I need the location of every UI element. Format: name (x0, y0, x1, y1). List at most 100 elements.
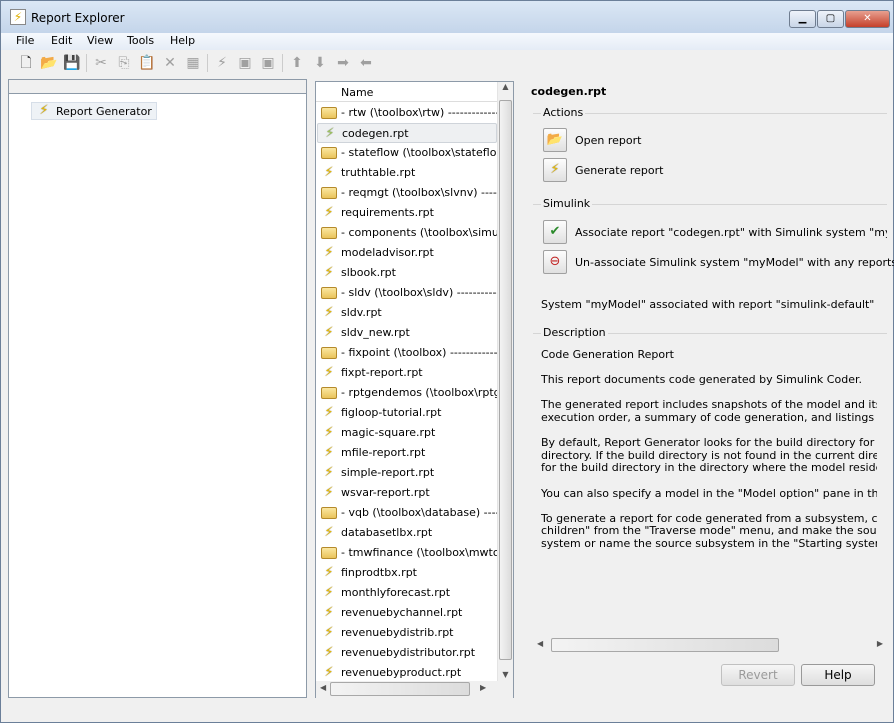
list-vertical-scrollbar[interactable]: ▲ ▼ (497, 82, 513, 681)
folder-row[interactable]: - vqb (\toolbox\database) -------- (317, 503, 497, 523)
report-row[interactable]: ⚡ revenuebydistributor.rpt (317, 643, 497, 663)
menu-edit[interactable]: Edit (51, 34, 72, 47)
move-up-icon[interactable]: ⬆ (288, 54, 306, 72)
report-row[interactable]: ⚡ codegen.rpt (317, 123, 497, 143)
report-row[interactable]: ⚡ sldv_new.rpt (317, 323, 497, 343)
report-icon: ⚡ (324, 245, 334, 260)
copy-icon[interactable]: ⎘ (115, 54, 133, 72)
tree-item-report-generator[interactable]: ⚡ Report Generator (31, 102, 157, 120)
open-icon[interactable]: 📂 (40, 54, 58, 72)
open-report-label[interactable]: Open report (575, 134, 641, 147)
report-icon: ⚡ (324, 605, 334, 620)
unassociate-link[interactable]: Un-associate Simulink system "myModel" w… (575, 256, 894, 269)
folder-row[interactable]: - reqmgt (\toolbox\slvnv) -------- (317, 183, 497, 203)
menu-bar: File Edit View Tools Help (1, 33, 893, 50)
row-label: magic-square.rpt (341, 426, 436, 439)
row-label: databasetlbx.rpt (341, 526, 433, 539)
folder-row[interactable]: - components (\toolbox\simul (317, 223, 497, 243)
row-label: fixpt-report.rpt (341, 366, 423, 379)
new-icon[interactable]: 🗋 (17, 54, 35, 72)
move-down-icon[interactable]: ⬇ (311, 54, 329, 72)
paste-icon[interactable]: 📋 (138, 54, 156, 72)
row-label: - fixpoint (\toolbox) ---------------- (341, 346, 497, 359)
report-row[interactable]: ⚡ slbook.rpt (317, 263, 497, 283)
maximize-button[interactable]: ▢ (817, 10, 844, 28)
generate-icon[interactable]: ⚡ (213, 54, 231, 72)
report-icon: ⚡ (324, 445, 334, 460)
report-row[interactable]: ⚡ mfile-report.rpt (317, 443, 497, 463)
row-label: codegen.rpt (342, 127, 409, 140)
simulink-label: Simulink (541, 197, 593, 210)
report-icon: ⚡ (324, 425, 334, 440)
report-row[interactable]: ⚡ requirements.rpt (317, 203, 497, 223)
folder-row[interactable]: - tmwfinance (\toolbox\mwto. (317, 543, 497, 563)
row-label: revenuebydistrib.rpt (341, 626, 454, 639)
report-icon: ⚡ (324, 165, 334, 180)
cut-icon[interactable]: ✂ (92, 54, 110, 72)
associate-icon[interactable]: ▣ (236, 54, 254, 72)
details-scroll-thumb[interactable] (551, 638, 779, 652)
description-line: Code Generation Report (541, 349, 674, 361)
open-report-button[interactable]: 📂 (543, 128, 567, 152)
move-right-icon[interactable]: ➡ (334, 54, 352, 72)
report-icon: ⚡ (324, 625, 334, 640)
properties-icon[interactable]: ▦ (184, 54, 202, 72)
folder-row[interactable]: - rptgendemos (\toolbox\rptg (317, 383, 497, 403)
report-row[interactable]: ⚡ finprodtbx.rpt (317, 563, 497, 583)
revert-button[interactable]: Revert (721, 664, 795, 686)
move-left-icon[interactable]: ⬅ (357, 54, 375, 72)
menu-help[interactable]: Help (170, 34, 195, 47)
row-label: modeladvisor.rpt (341, 246, 434, 259)
report-row[interactable]: ⚡ fixpt-report.rpt (317, 363, 497, 383)
description-paragraph: To generate a report for code generated … (541, 512, 877, 551)
row-label: sldv.rpt (341, 306, 382, 319)
column-header-name[interactable]: Name (341, 86, 373, 99)
folder-row[interactable]: - stateflow (\toolbox\stateflo.. (317, 143, 497, 163)
associate-icon[interactable]: ✔ (543, 220, 567, 244)
report-row[interactable]: ⚡ databasetlbx.rpt (317, 523, 497, 543)
report-row[interactable]: ⚡ figloop-tutorial.rpt (317, 403, 497, 423)
row-label: - reqmgt (\toolbox\slvnv) -------- (341, 186, 497, 199)
delete-icon[interactable]: ✕ (161, 54, 179, 72)
folder-row[interactable]: - rtw (\toolbox\rtw) ---------------- (317, 103, 497, 123)
row-label: simple-report.rpt (341, 466, 435, 479)
menu-file[interactable]: File (16, 34, 34, 47)
unassociate-icon[interactable]: ▣ (259, 54, 277, 72)
report-row[interactable]: ⚡ modeladvisor.rpt (317, 243, 497, 263)
report-row[interactable]: ⚡ truthtable.rpt (317, 163, 497, 183)
details-horizontal-scrollbar[interactable]: ◀ ▶ (533, 637, 887, 654)
menu-view[interactable]: View (87, 34, 113, 47)
description-line: execution order, a summary of code gener… (541, 410, 877, 424)
report-row[interactable]: ⚡ revenuebyproduct.rpt (317, 663, 497, 683)
generate-report-button[interactable]: ⚡ (543, 158, 567, 182)
report-row[interactable]: ⚡ revenuebydistrib.rpt (317, 623, 497, 643)
menu-tools[interactable]: Tools (127, 34, 154, 47)
generate-report-label[interactable]: Generate report (575, 164, 663, 177)
folder-row[interactable]: - fixpoint (\toolbox) ---------------- (317, 343, 497, 363)
window-title: Report Explorer (31, 11, 125, 25)
folder-row[interactable]: - sldv (\toolbox\sldv) ---------------- (317, 283, 497, 303)
toolbar: 🗋 📂 💾 ✂ ⎘ 📋 ✕ ▦ ⚡ ▣ ▣ ⬆ ⬇ ➡ ⬅ (1, 51, 893, 75)
minimize-button[interactable]: ▁ (789, 10, 816, 28)
report-icon: ⚡ (324, 405, 334, 420)
save-icon[interactable]: 💾 (63, 54, 81, 72)
report-row[interactable]: ⚡ magic-square.rpt (317, 423, 497, 443)
report-row[interactable]: ⚡ wsvar-report.rpt (317, 483, 497, 503)
unassociate-icon[interactable]: ⊖ (543, 250, 567, 274)
description-paragraph: You can also specify a model in the "Mod… (541, 486, 877, 501)
title-bar: ⚡ Report Explorer ▁ ▢ ✕ (1, 1, 893, 33)
tree-item-label: Report Generator (56, 105, 152, 118)
description-line: You can also specify a model in the "Mod… (541, 486, 877, 500)
help-button[interactable]: Help (801, 664, 875, 686)
report-row[interactable]: ⚡ revenuebychannel.rpt (317, 603, 497, 623)
close-button[interactable]: ✕ (845, 10, 890, 28)
vertical-scroll-thumb[interactable] (499, 100, 512, 660)
report-row[interactable]: ⚡ simple-report.rpt (317, 463, 497, 483)
report-row[interactable]: ⚡ sldv.rpt (317, 303, 497, 323)
report-explorer-window: ⚡ Report Explorer ▁ ▢ ✕ File Edit View T… (0, 0, 894, 723)
horizontal-scroll-thumb[interactable] (330, 682, 470, 696)
report-explorer-app-icon: ⚡ (10, 9, 26, 25)
list-horizontal-scrollbar[interactable]: ◀ ▶ (316, 681, 513, 698)
associate-report-link[interactable]: Associate report "codegen.rpt" with Simu… (575, 226, 887, 239)
report-row[interactable]: ⚡ monthlyforecast.rpt (317, 583, 497, 603)
